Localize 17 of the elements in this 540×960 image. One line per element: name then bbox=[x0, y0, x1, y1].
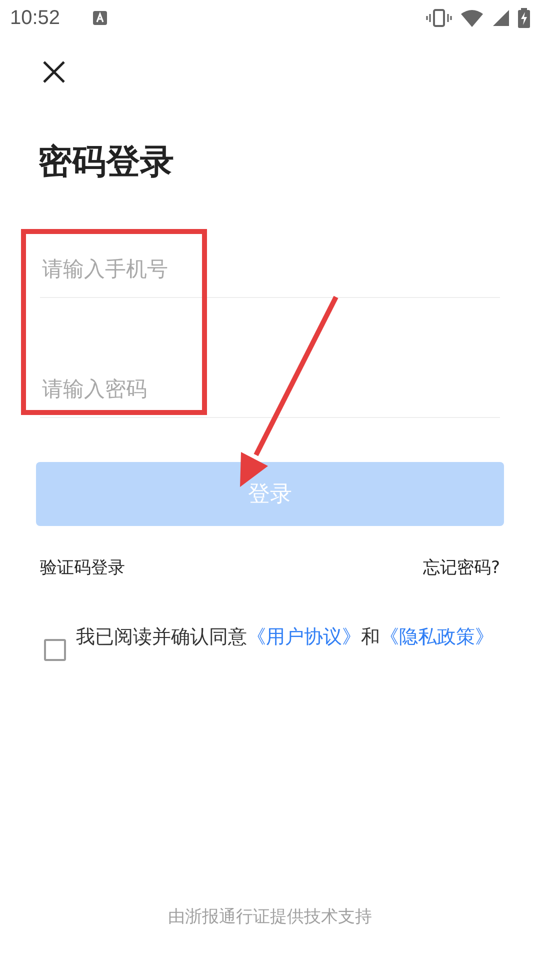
user-agreement-link[interactable]: 《用户协议》 bbox=[247, 626, 361, 648]
agreement-checkbox[interactable] bbox=[44, 639, 66, 661]
wifi-icon bbox=[460, 9, 484, 27]
footer-text: 由浙报通行证提供技术支持 bbox=[167, 906, 373, 928]
vibrate-icon bbox=[426, 9, 452, 27]
password-field[interactable]: 请输入密码 bbox=[40, 352, 500, 418]
agreement-text: 我已阅读并确认同意《用户协议》和《隐私政策》 bbox=[76, 625, 494, 650]
status-time: 10:52 bbox=[10, 6, 60, 30]
keyboard-notification-icon bbox=[92, 10, 108, 26]
privacy-policy-link[interactable]: 《隐私政策》 bbox=[380, 626, 494, 648]
close-button[interactable] bbox=[42, 60, 66, 84]
battery-icon bbox=[518, 8, 530, 28]
phone-field[interactable]: 请输入手机号 bbox=[40, 232, 500, 298]
page-title: 密码登录 bbox=[38, 141, 175, 184]
signal-icon bbox=[492, 9, 510, 27]
sms-login-link[interactable]: 验证码登录 bbox=[40, 556, 125, 579]
forgot-password-link[interactable]: 忘记密码? bbox=[422, 556, 500, 579]
